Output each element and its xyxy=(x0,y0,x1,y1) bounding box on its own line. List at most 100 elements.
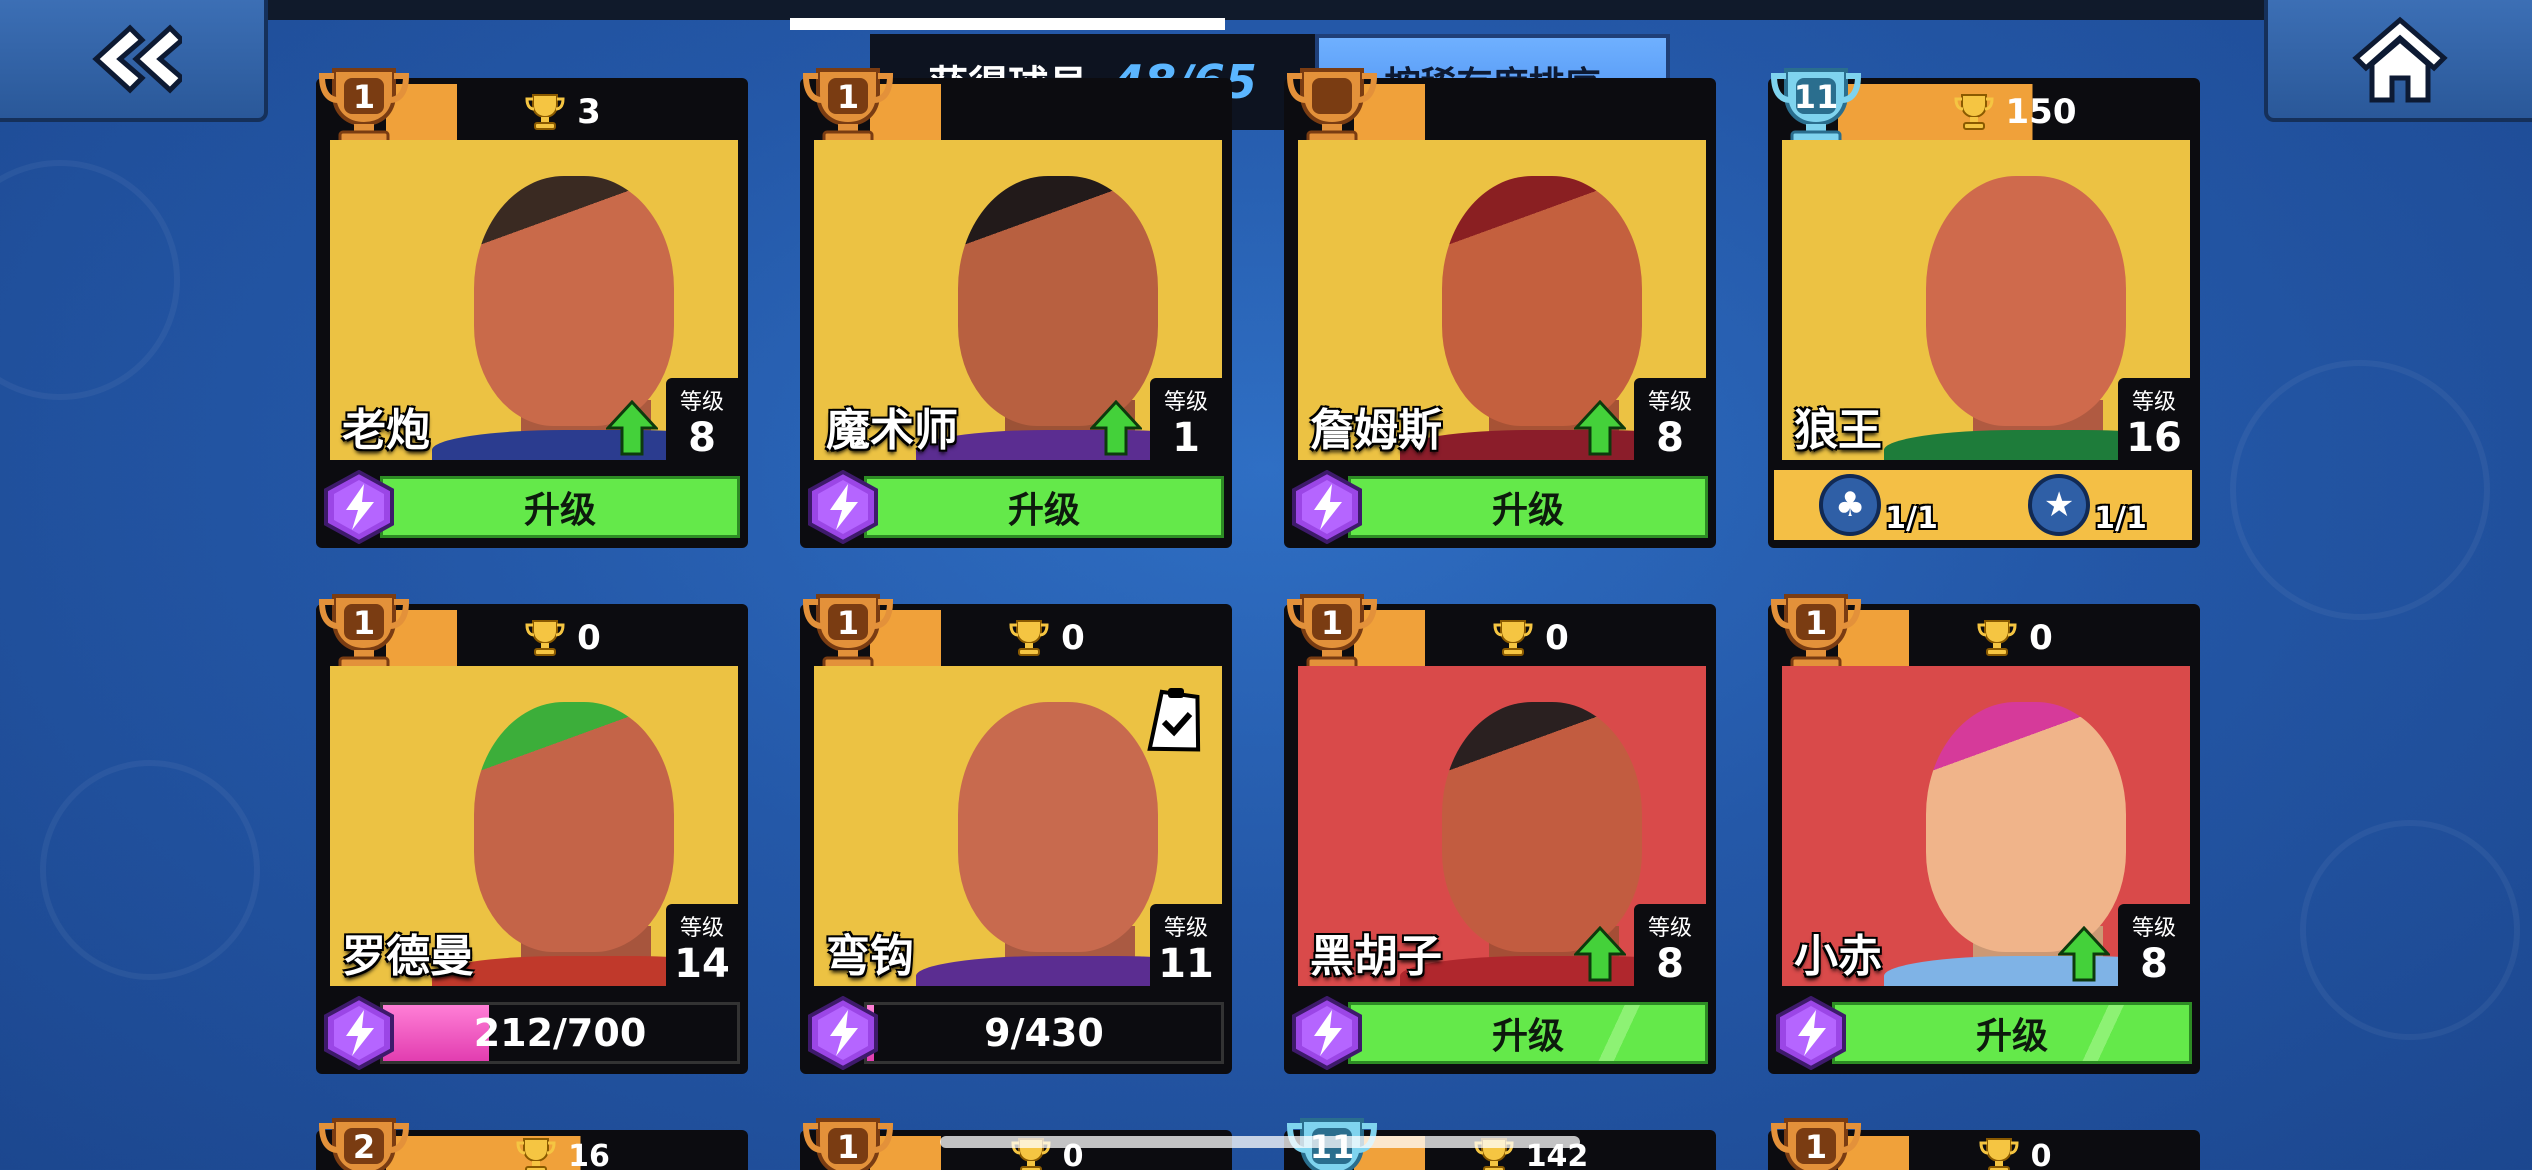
rank-badge: 1 xyxy=(318,64,410,146)
lightning-hexagon-icon xyxy=(808,995,878,1071)
badge-bar: ♣ 1/1 ★ 1/1 xyxy=(1774,470,2192,540)
lightning-hexagon-icon xyxy=(808,469,878,545)
level-number: 8 xyxy=(688,415,716,460)
level-number: 8 xyxy=(1656,941,1684,986)
rank-badge: 1 xyxy=(1770,1114,1862,1170)
trophy-icon xyxy=(1009,620,1049,656)
active-tab-underline xyxy=(790,18,1225,30)
level-up-arrow-icon xyxy=(2056,925,2112,982)
card-tag-icon xyxy=(1147,688,1201,752)
lightning-hexagon-icon xyxy=(1292,469,1362,545)
level-box: 等级 8 xyxy=(1634,378,1706,460)
player-card[interactable]: 3 1 老炮 等级 8 升级 xyxy=(316,68,748,548)
player-card[interactable]: 詹姆斯 等级 8 升级 xyxy=(1284,68,1716,548)
player-face xyxy=(1926,702,2126,952)
trophy-icon xyxy=(1493,620,1533,656)
player-name: 老炮 xyxy=(342,405,430,456)
level-number: 1 xyxy=(1172,415,1200,460)
card-progress-bar: 9/430 xyxy=(864,1002,1224,1064)
trophy-count-bar: 0 xyxy=(1354,610,1708,666)
badge[interactable]: ★ 1/1 xyxy=(2028,474,2147,536)
back-button[interactable] xyxy=(0,0,268,122)
player-name: 黑胡子 xyxy=(1310,931,1442,982)
wolf-badge-icon: ★ xyxy=(2028,474,2091,536)
badge-count: 1/1 xyxy=(2094,501,2147,536)
trophy-icon xyxy=(516,1138,556,1170)
badge[interactable]: ♣ 1/1 xyxy=(1819,474,1938,536)
trophy-count: 16 xyxy=(568,1138,610,1170)
level-box: 等级 8 xyxy=(2118,904,2190,986)
level-number: 8 xyxy=(1656,415,1684,460)
player-portrait: 黑胡子 等级 8 xyxy=(1298,666,1706,986)
upgrade-button[interactable]: 升级 xyxy=(1348,1002,1708,1064)
card-bottom: 212/700 xyxy=(322,995,740,1071)
lightning-hexagon-icon xyxy=(1292,995,1362,1071)
trophy-count: 0 xyxy=(1061,618,1085,658)
lightning-hexagon-icon xyxy=(324,469,394,545)
level-box: 等级 8 xyxy=(666,378,738,460)
double-chevron-left-icon xyxy=(92,24,182,94)
player-portrait: 小赤 等级 8 xyxy=(1782,666,2190,986)
upgrade-button[interactable]: 升级 xyxy=(864,476,1224,538)
rank-badge: 1 xyxy=(318,590,410,672)
player-card[interactable]: 0 1 罗德曼 等级 14 212/700 xyxy=(316,594,748,1074)
upgrade-button[interactable]: 升级 xyxy=(1348,476,1708,538)
trophy-count-bar xyxy=(1354,84,1708,140)
background-ball-pattern xyxy=(40,760,260,980)
card-bottom: 9/430 xyxy=(806,995,1224,1071)
player-card[interactable]: 150 11 狼王 等级 16 ♣ 1/1 ★ 1/1 xyxy=(1768,68,2200,548)
player-portrait: 罗德曼 等级 14 xyxy=(330,666,738,986)
trophy-count-bar: 3 xyxy=(386,84,740,140)
trophy-icon xyxy=(1979,1138,2019,1170)
progress-text: 212/700 xyxy=(473,1011,647,1055)
trophy-icon xyxy=(525,620,565,656)
trophy-count: 0 xyxy=(1545,618,1569,658)
player-card[interactable]: 0 1 小赤 等级 8 升级 xyxy=(1768,594,2200,1074)
player-face xyxy=(1926,176,2126,426)
player-name: 魔术师 xyxy=(826,405,958,456)
player-portrait: 魔术师 等级 1 xyxy=(814,140,1222,460)
level-number: 8 xyxy=(2140,941,2168,986)
clover-badge-icon: ♣ xyxy=(1819,474,1882,536)
rank-number: 1 xyxy=(836,604,860,642)
player-card[interactable]: 0 1 弯钩 等级 11 9/430 xyxy=(800,594,1232,1074)
trophy-count-bar: 0 xyxy=(1838,610,2192,666)
level-up-arrow-icon xyxy=(1572,399,1628,456)
card-bottom: 升级 xyxy=(322,469,740,545)
player-card[interactable]: 1 魔术师 等级 1 升级 xyxy=(800,68,1232,548)
player-face xyxy=(958,702,1158,952)
rank-number: 1 xyxy=(836,1128,860,1166)
player-card-partial[interactable]: 16 2 xyxy=(316,1118,748,1170)
home-button[interactable] xyxy=(2264,0,2532,122)
background-ball-pattern xyxy=(0,160,180,400)
level-label: 等级 xyxy=(1647,390,1692,415)
upgrade-button[interactable]: 升级 xyxy=(1832,1002,2192,1064)
level-label: 等级 xyxy=(2131,916,2176,941)
trophy-count-bar: 150 xyxy=(1838,84,2192,140)
progress-text: 9/430 xyxy=(984,1011,1104,1055)
player-portrait: 詹姆斯 等级 8 xyxy=(1298,140,1706,460)
rank-number: 1 xyxy=(352,78,376,116)
level-number: 16 xyxy=(2126,415,2182,460)
card-bottom: 升级 xyxy=(1290,995,1708,1071)
home-indicator xyxy=(940,1136,1580,1148)
player-name: 詹姆斯 xyxy=(1310,405,1442,456)
player-face xyxy=(474,702,674,952)
upgrade-button[interactable]: 升级 xyxy=(380,476,740,538)
trophy-count-bar xyxy=(870,84,1224,140)
card-progress-bar: 212/700 xyxy=(380,1002,740,1064)
rank-number: 1 xyxy=(352,604,376,642)
level-number: 14 xyxy=(674,941,730,986)
player-card[interactable]: 0 1 黑胡子 等级 8 升级 xyxy=(1284,594,1716,1074)
trophy-count-bar: 0 xyxy=(1838,1136,2192,1170)
level-label: 等级 xyxy=(1647,916,1692,941)
level-number: 11 xyxy=(1158,941,1214,986)
level-label: 等级 xyxy=(2131,390,2176,415)
player-face xyxy=(1442,176,1642,426)
level-box: 等级 11 xyxy=(1150,904,1222,986)
lightning-hexagon-icon xyxy=(1776,995,1846,1071)
level-up-arrow-icon xyxy=(1572,925,1628,982)
player-card-partial[interactable]: 01 xyxy=(1768,1118,2200,1170)
trophy-count: 150 xyxy=(2005,92,2077,132)
rank-badge: 1 xyxy=(1770,590,1862,672)
